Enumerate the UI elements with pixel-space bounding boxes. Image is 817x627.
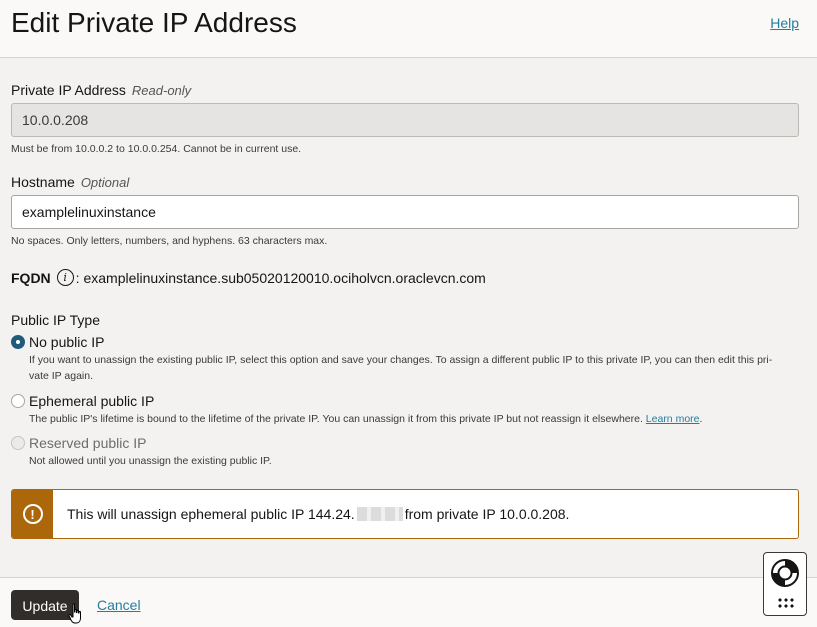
warning-alert: ! This will unassign ephemeral public IP…: [11, 489, 799, 539]
optional-hint: Optional: [80, 175, 130, 190]
hostname-label-text: Hostname: [11, 174, 75, 190]
warning-icon: !: [22, 504, 43, 524]
alert-text-after: from private IP 10.0.0.208.: [404, 506, 570, 522]
redacted-ip-segment: [356, 507, 403, 521]
page-title: Edit Private IP Address: [11, 7, 297, 38]
hostname-input[interactable]: examplelinuxinstance: [11, 195, 799, 229]
private-ip-label: Private IP Address Read-only: [11, 82, 191, 98]
fqdn-label: FQDN: [11, 269, 51, 286]
info-icon[interactable]: i: [56, 269, 74, 286]
radio-button-checked[interactable]: [11, 335, 25, 349]
ephemeral-description: The public IP's lifetime is bound to the…: [29, 411, 817, 427]
help-link[interactable]: Help: [770, 15, 799, 31]
no-public-ip-description: If you want to unassign the existing pub…: [29, 352, 817, 384]
no-public-ip-description-line1: If you want to unassign the existing pub…: [29, 354, 773, 366]
reserved-description: Not allowed until you unassign the exist…: [29, 455, 272, 467]
alert-icon-box: !: [12, 490, 53, 538]
fqdn-value: examplelinuxinstance.sub05020120010.ocih…: [83, 269, 486, 286]
no-public-ip-description-line2: vate IP again.: [29, 370, 94, 382]
fqdn-row: FQDN i : examplelinuxinstance.sub0502012…: [11, 269, 486, 286]
radio-ephemeral-public-ip[interactable]: Ephemeral public IP: [11, 393, 154, 409]
public-ip-type-label: Public IP Type: [11, 312, 100, 328]
lifebuoy-icon: [771, 559, 799, 587]
hostname-help-text: No spaces. Only letters, numbers, and hy…: [11, 235, 328, 247]
radio-label-no-public-ip: No public IP: [29, 334, 105, 350]
radio-reserved-public-ip: Reserved public IP: [11, 435, 147, 451]
learn-more-link[interactable]: Learn more: [646, 413, 700, 425]
read-only-hint: Read-only: [131, 83, 192, 98]
dialog-header: Edit Private IP Address Help: [0, 0, 817, 58]
private-ip-label-text: Private IP Address: [11, 82, 126, 98]
cancel-link[interactable]: Cancel: [97, 597, 141, 613]
dialog-footer: Update Cancel: [0, 577, 817, 627]
radio-button-disabled: [11, 436, 25, 450]
private-ip-field: 10.0.0.208: [11, 103, 799, 137]
help-widget[interactable]: [763, 552, 807, 616]
hostname-label: Hostname Optional: [11, 174, 129, 190]
pointer-hand-icon: [68, 603, 81, 624]
radio-button[interactable]: [11, 394, 25, 408]
ephemeral-description-text: The public IP's lifetime is bound to the…: [29, 413, 643, 425]
alert-message: This will unassign ephemeral public IP 1…: [53, 490, 569, 538]
radio-label-reserved: Reserved public IP: [29, 435, 147, 451]
private-ip-help-text: Must be from 10.0.0.2 to 10.0.0.254. Can…: [11, 143, 302, 155]
grid-dots-icon[interactable]: [777, 597, 795, 609]
fqdn-colon: :: [75, 269, 84, 286]
ephemeral-description-suffix: .: [699, 413, 703, 425]
alert-text-before: This will unassign ephemeral public IP 1…: [67, 506, 355, 522]
radio-no-public-ip[interactable]: No public IP: [11, 334, 104, 350]
radio-label-ephemeral: Ephemeral public IP: [29, 393, 155, 409]
